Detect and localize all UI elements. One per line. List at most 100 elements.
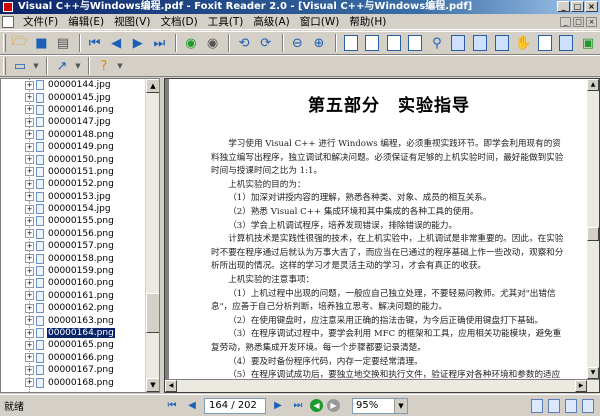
fit-width-icon[interactable]: [384, 33, 404, 53]
file-tree-item[interactable]: +00000157.png: [1, 240, 146, 252]
file-tree-item[interactable]: +00000161.png: [1, 290, 146, 302]
printer-icon[interactable]: ▤: [53, 33, 73, 53]
scroll-up-button[interactable]: ▲: [146, 79, 159, 93]
expand-icon[interactable]: +: [25, 266, 34, 276]
scroll-down-button[interactable]: ▼: [146, 378, 159, 392]
expand-icon[interactable]: +: [25, 93, 34, 103]
back-icon[interactable]: ◉: [181, 33, 201, 53]
forward-icon[interactable]: ▶: [327, 399, 340, 412]
file-tree-item[interactable]: +00000148.png: [1, 129, 146, 141]
file-tree-item[interactable]: +00000164.png: [1, 327, 146, 339]
file-tree-item[interactable]: +00000150.png: [1, 153, 146, 165]
expand-icon[interactable]: +: [25, 229, 34, 239]
fit-page-icon[interactable]: [362, 33, 382, 53]
file-tree-item[interactable]: +00000154.jpg: [1, 203, 146, 215]
continuous-icon[interactable]: [405, 33, 425, 53]
facing-icon[interactable]: [449, 33, 469, 53]
expand-icon[interactable]: +: [25, 353, 34, 363]
dropdown-arrow-icon[interactable]: ▼: [32, 56, 40, 76]
file-tree-item[interactable]: +00000145.jpg: [1, 91, 146, 103]
menu-advanced[interactable]: 高级(A): [248, 14, 294, 29]
viewer-vertical-scrollbar[interactable]: ▲ ▼: [587, 79, 599, 379]
select-text-icon[interactable]: [535, 33, 555, 53]
file-tree-item[interactable]: +00000158.png: [1, 252, 146, 264]
expand-icon[interactable]: +: [25, 204, 34, 214]
expand-icon[interactable]: +: [25, 278, 34, 288]
menu-document[interactable]: 文档(D): [155, 14, 202, 29]
scroll-left-button[interactable]: ◀: [165, 380, 177, 392]
page-number-input[interactable]: 164 / 202: [204, 397, 266, 414]
close-button[interactable]: ×: [585, 1, 598, 12]
rotate-left-icon[interactable]: ⟲: [234, 33, 254, 53]
expand-icon[interactable]: +: [25, 291, 34, 301]
menu-file[interactable]: 文件(F): [18, 14, 63, 29]
expand-icon[interactable]: +: [25, 378, 34, 388]
zoom-in-icon[interactable]: ⊕: [309, 33, 329, 53]
image-tool-icon[interactable]: ▣: [578, 33, 598, 53]
back-icon[interactable]: ◀: [310, 399, 323, 412]
menu-view[interactable]: 视图(V): [109, 14, 155, 29]
prev-page-icon[interactable]: ◀: [184, 398, 200, 414]
scroll-up-button[interactable]: ▲: [587, 79, 599, 91]
file-tree-item[interactable]: +00000162.png: [1, 302, 146, 314]
expand-icon[interactable]: +: [25, 80, 34, 90]
file-tree-item[interactable]: +00000163.png: [1, 314, 146, 326]
prev-page-icon[interactable]: ◀: [106, 33, 126, 53]
first-page-icon[interactable]: ⏮: [164, 398, 180, 414]
forward-icon[interactable]: ◉: [203, 33, 223, 53]
viewer-horizontal-scrollbar[interactable]: ◀ ▶: [165, 380, 599, 392]
dropdown-arrow-icon[interactable]: ▼: [116, 56, 124, 76]
file-tree-item[interactable]: +00000155.png: [1, 215, 146, 227]
snapshot-icon[interactable]: [557, 33, 577, 53]
help-icon[interactable]: ?: [94, 56, 114, 76]
rotate-right-icon[interactable]: ⟳: [256, 33, 276, 53]
menu-window[interactable]: 窗口(W): [295, 14, 345, 29]
menu-edit[interactable]: 编辑(E): [63, 14, 109, 29]
scroll-thumb[interactable]: [587, 227, 599, 241]
actual-size-icon[interactable]: [341, 33, 361, 53]
expand-icon[interactable]: +: [25, 303, 34, 313]
scroll-thumb[interactable]: [146, 293, 159, 333]
bookmark-panel-icon[interactable]: [470, 33, 490, 53]
continuous-facing-icon[interactable]: [582, 398, 594, 413]
expand-icon[interactable]: +: [25, 142, 34, 152]
next-page-icon[interactable]: ▶: [128, 33, 148, 53]
expand-icon[interactable]: +: [25, 130, 34, 140]
file-tree-item[interactable]: +00000149.png: [1, 141, 146, 153]
doc-restore-button[interactable]: □: [573, 16, 584, 27]
zoom-select[interactable]: 95% ▼: [352, 397, 408, 414]
folder-open-icon[interactable]: 🗁: [10, 33, 30, 53]
sidebar-scrollbar[interactable]: ▲ ▼: [145, 79, 159, 392]
expand-icon[interactable]: +: [25, 254, 34, 264]
expand-icon[interactable]: +: [25, 167, 34, 177]
menu-help[interactable]: 帮助(H): [344, 14, 391, 29]
expand-icon[interactable]: +: [25, 117, 34, 127]
file-tree-item[interactable]: +00000153.jpg: [1, 191, 146, 203]
file-tree-item[interactable]: +00000152.png: [1, 178, 146, 190]
maximize-button[interactable]: □: [571, 1, 584, 12]
file-tree-item[interactable]: +00000168.png: [1, 376, 146, 388]
expand-icon[interactable]: +: [25, 316, 34, 326]
doc-close-button[interactable]: ×: [586, 16, 597, 27]
scroll-right-button[interactable]: ▶: [575, 380, 587, 392]
single-page-icon[interactable]: [531, 398, 543, 413]
file-tree-item[interactable]: +00000165.png: [1, 339, 146, 351]
document-viewer[interactable]: 第五部分 实验指导 学习使用 Visual C++ 进行 Windows 编程，…: [164, 78, 600, 393]
dropdown-arrow-icon[interactable]: ▼: [74, 56, 82, 76]
expand-icon[interactable]: +: [25, 216, 34, 226]
hand-icon[interactable]: ✋: [513, 33, 533, 53]
arrow-tool-icon[interactable]: ↗: [52, 56, 72, 76]
save-icon[interactable]: ■: [32, 33, 52, 53]
file-tree-item[interactable]: +00000147.jpg: [1, 116, 146, 128]
expand-icon[interactable]: +: [25, 365, 34, 375]
toolbar-grip[interactable]: [3, 57, 6, 75]
first-page-icon[interactable]: ⏮: [85, 33, 105, 53]
expand-icon[interactable]: +: [25, 340, 34, 350]
form-icon[interactable]: ▭: [10, 56, 30, 76]
facing-page-icon[interactable]: [565, 398, 577, 413]
file-tree-item[interactable]: +00000159.png: [1, 265, 146, 277]
expand-icon[interactable]: +: [25, 328, 34, 338]
binoculars-icon[interactable]: ⚲: [427, 33, 447, 53]
zoom-out-icon[interactable]: ⊖: [288, 33, 308, 53]
file-tree-item[interactable]: +00000167.png: [1, 364, 146, 376]
